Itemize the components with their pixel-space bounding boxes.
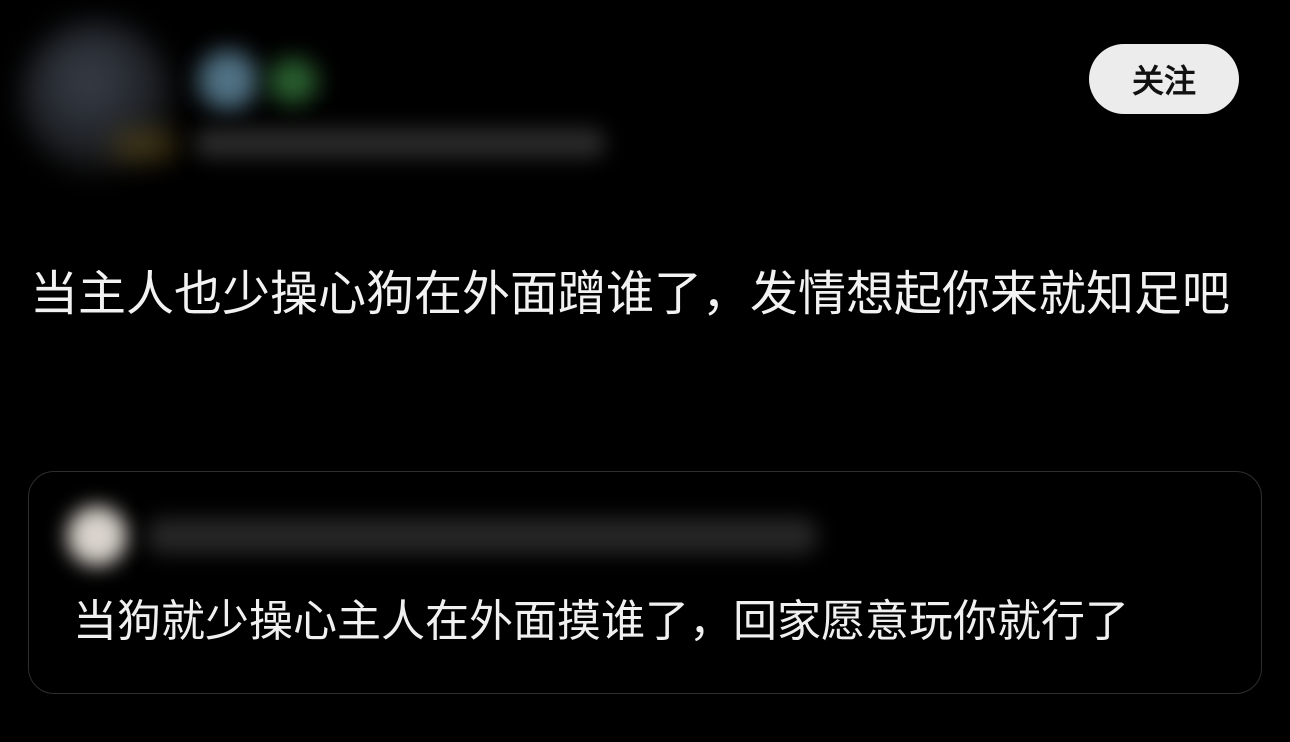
quoted-author-meta-blurred [147,518,817,554]
quoted-post-card[interactable]: 当狗就少操心主人在外面摸谁了，回家愿意玩你就行了 [28,471,1262,694]
quoted-author-avatar [67,506,127,566]
quoted-post-text: 当狗就少操心主人在外面摸谁了，回家愿意玩你就行了 [73,596,1129,647]
post-text: 当主人也少操心狗在外面蹭谁了，发情想起你来就知足吧 [30,266,1231,322]
author-status-icon [268,58,318,104]
author-meta-blurred [195,128,605,158]
author-avatar-accent [110,130,180,160]
author-badge-icon [198,50,258,110]
post-header: 关注 [0,0,1290,200]
follow-button[interactable]: 关注 [1089,44,1239,114]
